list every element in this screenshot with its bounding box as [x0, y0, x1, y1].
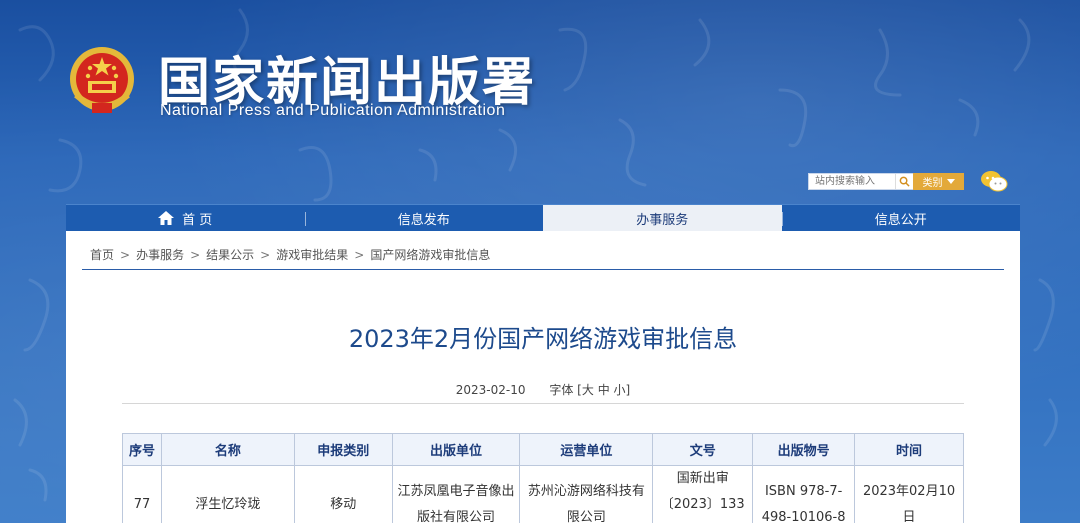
cell-operator: 苏州沁游网络科技有限公司 — [519, 465, 654, 523]
nav-item-info-release[interactable]: 信息发布 — [304, 205, 544, 231]
approval-table: 序号 名称 申报类别 出版单位 运营单位 文号 出版物号 时间 77 浮生忆玲珑… — [122, 433, 964, 523]
meta-divider — [122, 403, 964, 404]
column-header: 序号 — [122, 433, 162, 466]
home-icon — [158, 211, 175, 225]
breadcrumb-divider — [82, 269, 1004, 270]
column-header: 文号 — [652, 433, 754, 466]
breadcrumb-game-approval[interactable]: 游戏审批结果 — [276, 246, 348, 263]
search-box: 类别 — [808, 173, 964, 190]
breadcrumb-results[interactable]: 结果公示 — [206, 246, 254, 263]
column-header: 申报类别 — [293, 433, 393, 466]
nav-item-label: 信息发布 — [397, 212, 450, 228]
category-label: 类别 — [922, 178, 943, 189]
column-header: 出版物号 — [752, 433, 856, 466]
nav-item-home[interactable]: 首 页 — [66, 205, 305, 231]
table-header-row: 序号 名称 申报类别 出版单位 运营单位 文号 出版物号 时间 — [122, 433, 964, 466]
cell-game-name: 浮生忆玲珑 — [160, 465, 295, 523]
national-emblem-icon — [70, 47, 134, 113]
search-input[interactable] — [809, 174, 895, 189]
breadcrumb: 首页 > 办事服务 > 结果公示 > 游戏审批结果 > 国产网络游戏审批信息 — [90, 246, 490, 263]
breadcrumb-services[interactable]: 办事服务 — [136, 246, 184, 263]
column-header: 运营单位 — [519, 433, 654, 466]
article-meta: 2023-02-10 字体 [大 中 小] — [66, 381, 1020, 398]
nav-item-services[interactable]: 办事服务 — [543, 205, 782, 231]
main-nav: 首 页 信息发布 办事服务 信息公开 — [66, 204, 1020, 231]
site-subtitle: National Press and Publication Administr… — [160, 102, 506, 119]
font-size-label-prefix: 字体 [ — [549, 383, 582, 397]
breadcrumb-separator: > — [260, 247, 271, 262]
column-header: 时间 — [854, 433, 964, 466]
font-size-large[interactable]: 大 — [582, 383, 594, 397]
font-size-medium[interactable]: 中 — [598, 383, 610, 397]
article-title: 2023年2月份国产网络游戏审批信息 — [348, 325, 738, 353]
search-icon — [899, 176, 910, 187]
content-panel: 首页 > 办事服务 > 结果公示 > 游戏审批结果 > 国产网络游戏审批信息 2… — [66, 231, 1020, 523]
font-size-small[interactable]: 小 — [614, 383, 626, 397]
search-button[interactable] — [895, 174, 913, 189]
breadcrumb-separator: > — [120, 247, 131, 262]
breadcrumb-separator: > — [354, 247, 365, 262]
cell-isbn: ISBN 978-7-498-10106-8 — [752, 465, 856, 523]
cell-date: 2023年02月10日 — [854, 465, 964, 523]
column-header: 名称 — [160, 433, 295, 466]
cell-index: 77 — [122, 465, 162, 523]
font-size-label-suffix: ] — [625, 383, 631, 397]
chevron-down-icon — [946, 179, 955, 184]
column-header: 出版单位 — [391, 433, 521, 466]
cell-publisher: 江苏凤凰电子音像出版社有限公司 — [391, 465, 521, 523]
publish-date: 2023-02-10 — [455, 383, 526, 397]
table-row: 77 浮生忆玲珑 移动 江苏凤凰电子音像出版社有限公司 苏州沁游网络科技有限公司… — [122, 465, 964, 523]
nav-item-info-disclosure[interactable]: 信息公开 — [781, 205, 1021, 231]
cell-document-number: 国新出审〔2023〕133号 — [652, 465, 754, 523]
breadcrumb-current[interactable]: 国产网络游戏审批信息 — [370, 246, 490, 263]
category-select[interactable]: 类别 — [913, 173, 964, 190]
cell-category: 移动 — [293, 465, 393, 523]
nav-item-label: 办事服务 — [636, 212, 689, 228]
breadcrumb-home[interactable]: 首页 — [90, 246, 114, 263]
nav-item-label: 首 页 — [182, 212, 213, 228]
breadcrumb-separator: > — [190, 247, 201, 262]
nav-item-label: 信息公开 — [874, 212, 927, 228]
wechat-icon[interactable] — [980, 170, 1008, 192]
